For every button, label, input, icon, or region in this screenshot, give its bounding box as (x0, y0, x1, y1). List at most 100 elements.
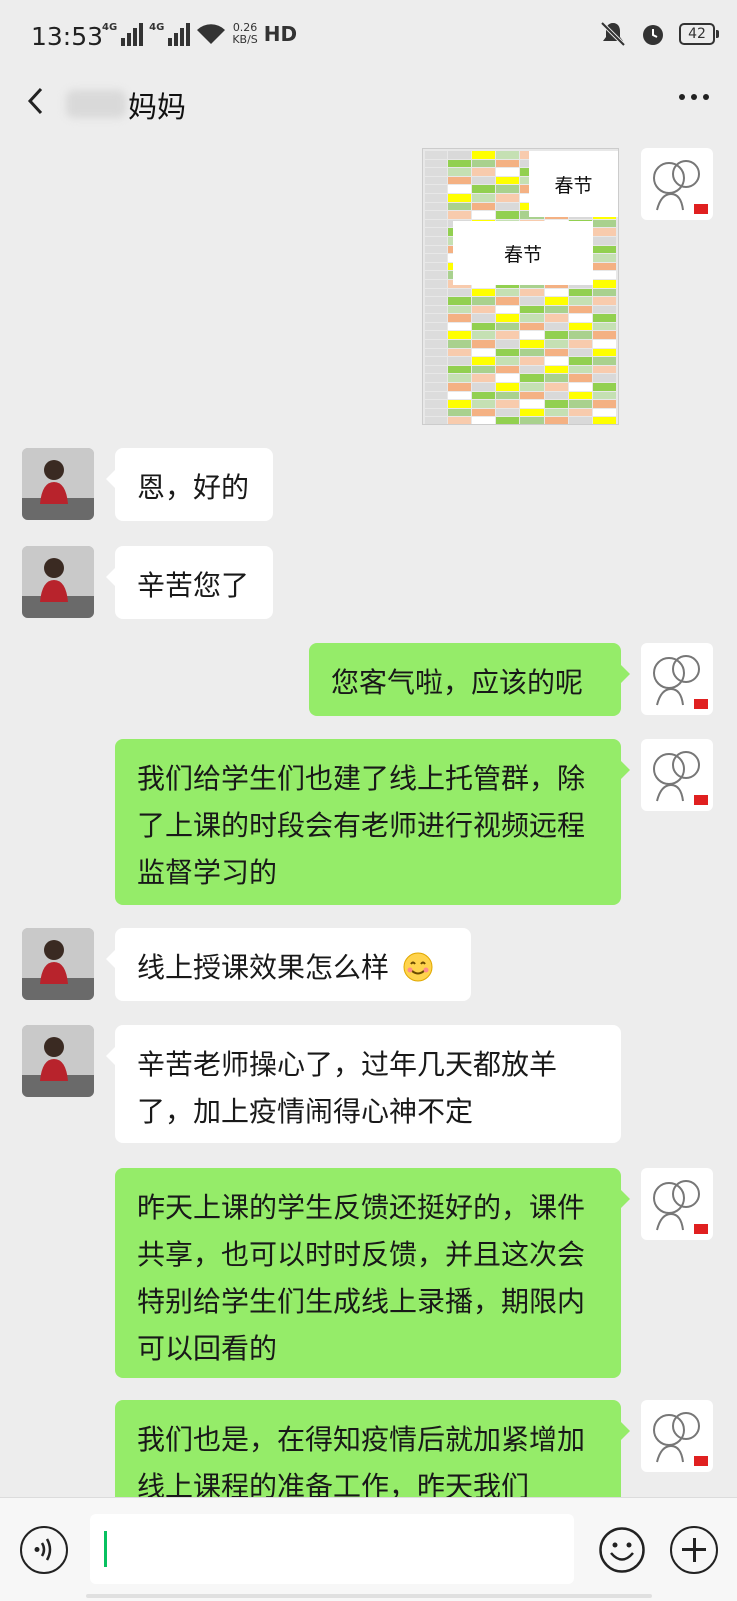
schedule-cell (472, 365, 496, 374)
schedule-cell (496, 322, 520, 331)
schedule-cell (425, 202, 447, 211)
mute-icon (600, 21, 626, 47)
schedule-cell (544, 365, 568, 374)
avatar[interactable] (22, 1025, 94, 1097)
schedule-cell (568, 383, 592, 391)
person-avatar-icon (22, 1025, 94, 1097)
emoji-icon[interactable] (598, 1526, 646, 1574)
schedule-cell (568, 305, 592, 314)
schedule-cell (425, 417, 447, 424)
schedule-cell (592, 314, 616, 322)
schedule-cell (592, 391, 616, 400)
schedule-cell (448, 211, 472, 219)
schedule-cell (448, 417, 472, 424)
schedule-cell (592, 400, 616, 408)
schedule-cell (448, 374, 472, 383)
message-bubble: 我们给学生们也建了线上托管群，除了上课的时段会有老师进行视频远程监督学习的 (115, 739, 630, 905)
schedule-cell (568, 408, 592, 417)
chat-header: 妈妈 (0, 72, 737, 132)
schedule-cell (496, 391, 520, 400)
message-input[interactable] (90, 1514, 574, 1584)
chevron-left-icon[interactable] (22, 86, 52, 116)
schedule-cell (592, 374, 616, 383)
person-avatar-icon (22, 448, 94, 520)
schedule-cell (568, 322, 592, 331)
schedule-cell (568, 288, 592, 297)
schedule-cell (448, 331, 472, 340)
schedule-cell (520, 365, 544, 374)
schedule-cell (544, 400, 568, 408)
avatar[interactable] (22, 546, 94, 618)
schedule-cell (448, 348, 472, 357)
schedule-cell (448, 305, 472, 314)
schedule-cell (520, 348, 544, 357)
person-avatar-icon (22, 928, 94, 1000)
schedule-cell (592, 348, 616, 357)
schedule-label-top: 春节 (529, 151, 618, 217)
schedule-cell (592, 254, 616, 262)
schedule-cell (472, 176, 496, 185)
schedule-cell (568, 357, 592, 365)
voice-icon[interactable] (20, 1526, 68, 1574)
schedule-cell (425, 365, 447, 374)
schedule-cell (592, 383, 616, 391)
schedule-cell (496, 400, 520, 408)
schedule-cell (425, 279, 447, 288)
schedule-cell (472, 185, 496, 193)
cartoon-avatar-icon (653, 1412, 708, 1466)
person-avatar-icon (22, 546, 94, 618)
avatar[interactable] (22, 928, 94, 1000)
schedule-cell (520, 288, 544, 297)
schedule-cell (520, 374, 544, 383)
schedule-cell (592, 408, 616, 417)
schedule-cell (544, 348, 568, 357)
schedule-cell (496, 168, 520, 176)
cartoon-avatar-icon (653, 160, 708, 214)
schedule-label-mid: 春节 (453, 221, 593, 285)
schedule-cell (568, 348, 592, 357)
schedule-image[interactable]: 春节 春节 (422, 148, 619, 425)
cartoon-avatar-icon (653, 751, 708, 805)
alarm-icon (643, 25, 663, 45)
network-indicators: 4G 4G 0.26 KB/S HD (102, 22, 297, 46)
schedule-cell (425, 374, 447, 383)
schedule-cell (448, 314, 472, 322)
schedule-cell (592, 228, 616, 236)
schedule-cell (592, 331, 616, 340)
schedule-cell (544, 340, 568, 348)
more-dots-icon[interactable] (679, 94, 709, 100)
schedule-cell (544, 297, 568, 305)
schedule-cell (425, 331, 447, 340)
schedule-cell (425, 219, 447, 228)
message-bubble: 辛苦您了 (106, 546, 273, 619)
schedule-cell (425, 357, 447, 365)
schedule-cell (496, 365, 520, 374)
schedule-cell (592, 340, 616, 348)
schedule-cell (425, 322, 447, 331)
message-bubble: 线上授课效果怎么样 (106, 928, 471, 1001)
schedule-cell (425, 159, 447, 168)
schedule-cell (496, 348, 520, 357)
avatar[interactable] (641, 148, 713, 220)
message-bubble: 恩，好的 (106, 448, 273, 521)
avatar[interactable] (641, 739, 713, 811)
schedule-cell (496, 193, 520, 202)
schedule-cell (496, 211, 520, 219)
schedule-cell (520, 400, 544, 408)
schedule-cell (425, 305, 447, 314)
avatar[interactable] (641, 643, 713, 715)
schedule-cell (544, 383, 568, 391)
wifi-icon (197, 24, 226, 44)
schedule-cell (472, 193, 496, 202)
schedule-cell (448, 202, 472, 211)
schedule-cell (425, 176, 447, 185)
schedule-cell (592, 305, 616, 314)
plus-icon[interactable] (670, 1526, 718, 1574)
schedule-cell (496, 357, 520, 365)
schedule-cell (520, 417, 544, 424)
avatar[interactable] (641, 1400, 713, 1472)
avatar[interactable] (641, 1168, 713, 1240)
avatar[interactable] (22, 448, 94, 520)
schedule-cell (448, 391, 472, 400)
schedule-cell (472, 151, 496, 159)
